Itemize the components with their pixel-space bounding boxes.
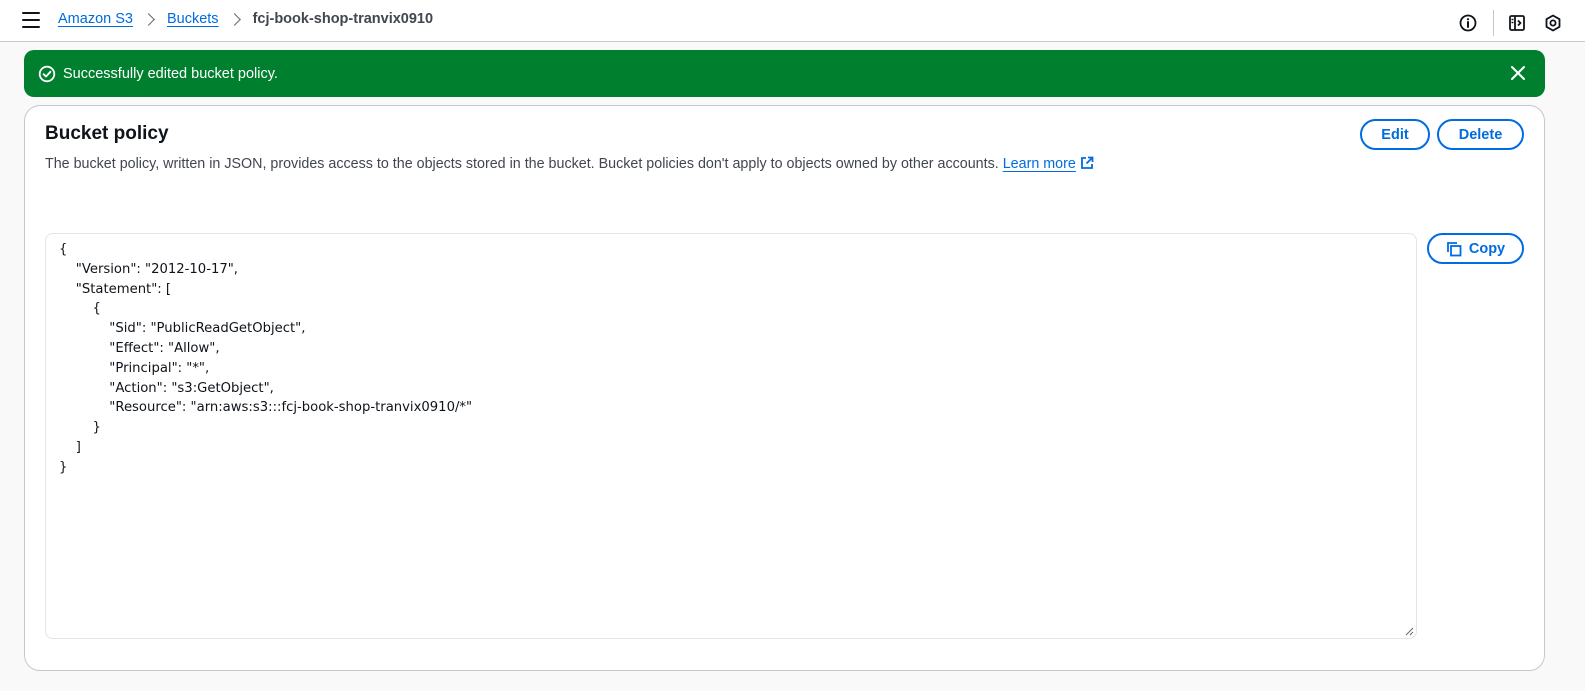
breadcrumb: Amazon S3 Buckets fcj-book-shop-tranvix0… (58, 11, 433, 27)
success-flashbar: Successfully edited bucket policy. (24, 50, 1545, 97)
success-check-icon (38, 65, 56, 83)
policy-json-code: { "Version": "2012-10-17", "Statement": … (59, 242, 473, 475)
menu-icon[interactable] (22, 12, 40, 28)
flash-message: Successfully edited bucket policy. (63, 65, 278, 82)
description-text: The bucket policy, written in JSON, prov… (45, 156, 999, 172)
notifications-panel-icon[interactable] (1507, 13, 1527, 33)
close-icon[interactable] (1509, 64, 1527, 82)
panel-description: The bucket policy, written in JSON, prov… (45, 156, 1094, 174)
resize-handle-icon[interactable] (1405, 627, 1414, 636)
copy-icon (1446, 241, 1462, 257)
breadcrumb-current-bucket: fcj-book-shop-tranvix0910 (252, 11, 434, 27)
panel-title: Bucket policy (45, 123, 169, 144)
learn-more-link[interactable]: Learn more (1003, 156, 1076, 172)
breadcrumb-amazon-s3[interactable]: Amazon S3 (58, 11, 133, 27)
breadcrumb-buckets[interactable]: Buckets (167, 11, 219, 27)
chevron-right-icon (142, 12, 155, 26)
copy-label: Copy (1468, 240, 1506, 257)
bucket-policy-panel: Bucket policy The bucket policy, written… (24, 105, 1545, 671)
edit-button[interactable]: Edit (1360, 119, 1430, 150)
top-utility-icons (1458, 10, 1563, 36)
copy-button[interactable]: Copy (1427, 233, 1524, 264)
chevron-right-icon (227, 12, 241, 26)
policy-json-viewer[interactable]: { "Version": "2012-10-17", "Statement": … (45, 233, 1417, 639)
delete-button[interactable]: Delete (1437, 119, 1524, 150)
external-link-icon[interactable] (1080, 156, 1094, 174)
info-icon[interactable] (1458, 13, 1478, 33)
top-navigation-bar: Amazon S3 Buckets fcj-book-shop-tranvix0… (0, 0, 1585, 42)
divider (1493, 10, 1494, 36)
settings-icon[interactable] (1543, 13, 1563, 33)
